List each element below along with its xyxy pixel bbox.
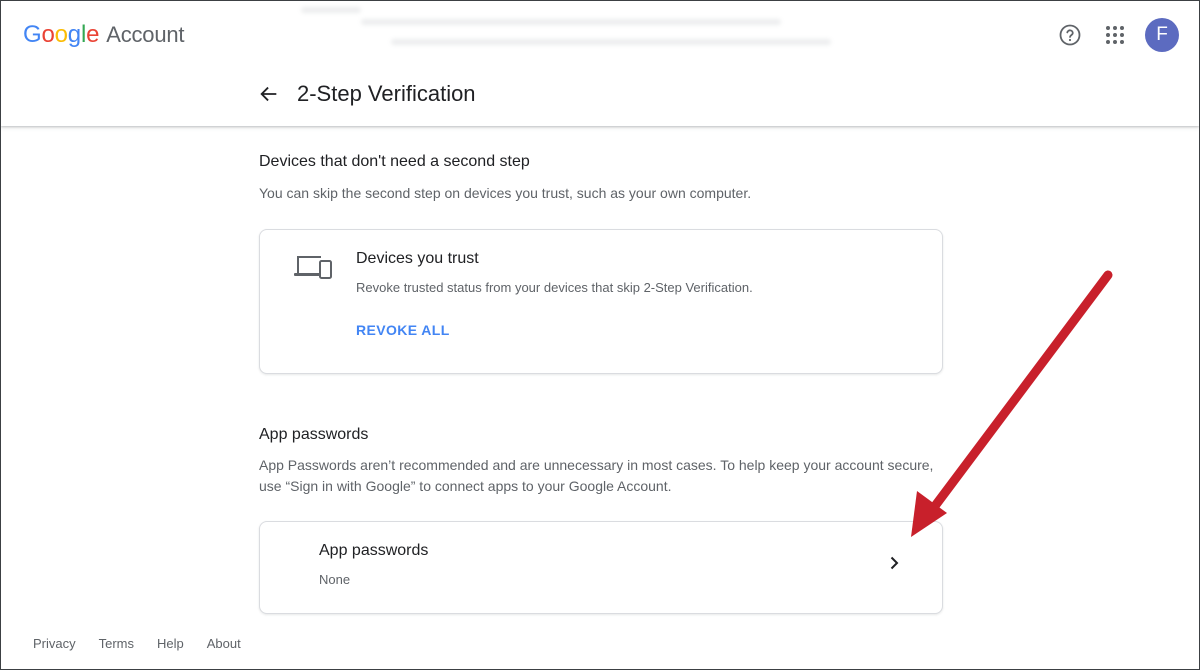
footer-link-privacy[interactable]: Privacy <box>33 636 76 651</box>
app-header: G o o g l e Account F 2-Step Verificatio… <box>1 1 1199 126</box>
footer-links: Privacy Terms Help About <box>33 636 264 651</box>
app-passwords-section-description: App Passwords aren’t recommended and are… <box>259 457 934 494</box>
back-button[interactable] <box>257 82 281 106</box>
devices-section-description: You can skip the second step on devices … <box>259 185 752 201</box>
devices-icon <box>294 256 332 279</box>
logo-letter-1: G <box>23 21 42 48</box>
devices-you-trust-card: Devices you trust Revoke trusted status … <box>259 229 943 374</box>
app-passwords-card[interactable]: App passwords None <box>259 521 943 614</box>
chevron-right-icon <box>890 556 899 570</box>
page-title-row: 2-Step Verification <box>257 81 476 107</box>
logo-letter-6: e <box>86 21 100 48</box>
apps-button[interactable] <box>1097 17 1133 53</box>
footer-link-help[interactable]: Help <box>157 636 184 651</box>
app-passwords-section-title: App passwords <box>259 426 369 443</box>
google-account-logo[interactable]: G o o g l e Account <box>23 21 185 49</box>
help-circle-icon <box>1059 24 1081 46</box>
app-passwords-card-title: App passwords <box>319 542 429 559</box>
logo-account-label: Account <box>106 22 185 47</box>
footer-link-about[interactable]: About <box>207 636 241 651</box>
header-actions: F <box>1043 17 1179 53</box>
account-avatar[interactable]: F <box>1145 18 1179 52</box>
page-title: 2-Step Verification <box>297 81 476 106</box>
logo-letter-3: o <box>54 21 68 48</box>
logo-letter-4: g <box>67 21 81 48</box>
footer-link-terms[interactable]: Terms <box>99 636 134 651</box>
revoke-all-button[interactable]: REVOKE ALL <box>356 322 450 338</box>
app-passwords-card-value: None <box>319 572 351 587</box>
devices-section-title: Devices that don't need a second step <box>259 153 530 170</box>
arrow-back-icon <box>260 86 277 102</box>
browser-frame: G o o g l e Account F 2-Step Verificatio… <box>0 0 1200 670</box>
help-button[interactable] <box>1052 17 1088 53</box>
blurred-background-text <box>291 5 851 51</box>
logo-letter-2: o <box>41 21 55 48</box>
devices-you-trust-subtitle: Revoke trusted status from your devices … <box>356 280 753 295</box>
devices-you-trust-title: Devices you trust <box>356 250 479 267</box>
apps-grid-icon <box>1106 26 1124 44</box>
